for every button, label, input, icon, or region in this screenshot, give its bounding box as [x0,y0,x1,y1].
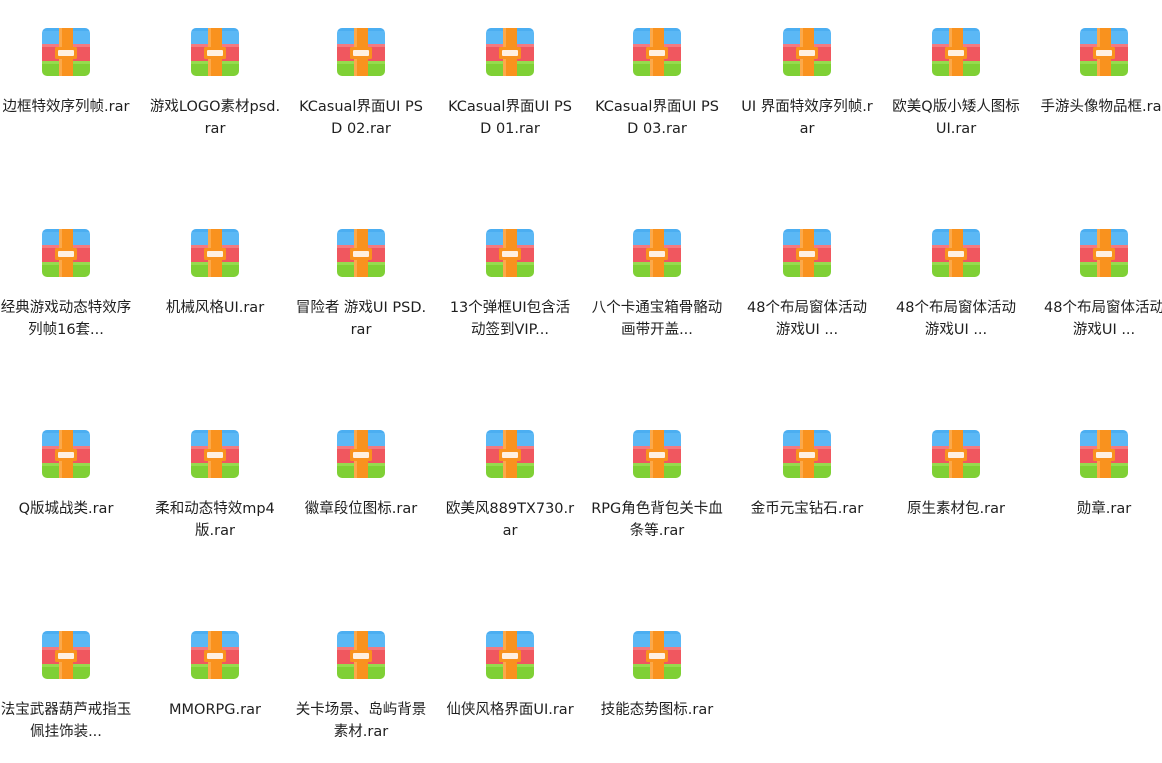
file-name-label: 关卡场景、岛屿背景素材.rar [295,702,427,740]
rar-archive-icon [191,229,239,277]
file-name-label: 手游头像物品框.rar [1040,99,1162,115]
file-item[interactable]: 欧美Q版小矮人图标UI.rar [890,0,1022,160]
file-name-label: 欧美风889TX730.rar [445,501,575,539]
file-item[interactable]: 48个布局窗体活动 游戏UI ... [890,201,1022,361]
file-item[interactable]: 48个布局窗体活动 游戏UI ... [1038,201,1162,361]
file-name-label: KCasual界面UI PSD 02.rar [299,99,423,137]
file-item[interactable]: KCasual界面UI PSD 01.rar [444,0,576,160]
rar-archive-icon [633,28,681,76]
file-name-label: 勋章.rar [1076,501,1132,517]
file-name-label: 技能态势图标.rar [600,702,714,718]
rar-archive-icon [486,430,534,478]
file-item[interactable]: MMORPG.rar [149,603,281,763]
rar-archive-icon [1080,229,1128,277]
file-item[interactable]: KCasual界面UI PSD 03.rar [591,0,723,160]
file-name-label: 48个布局窗体活动 游戏UI ... [896,300,1016,338]
file-name-label: 48个布局窗体活动 游戏UI ... [1044,300,1162,338]
file-name-label: 边框特效序列帧.rar [2,99,130,115]
rar-archive-icon [932,229,980,277]
file-item[interactable]: Q版城战类.rar [0,402,132,562]
file-name-label: 机械风格UI.rar [165,300,265,316]
file-item[interactable]: 关卡场景、岛屿背景素材.rar [295,603,427,763]
file-item[interactable]: UI 界面特效序列帧.rar [741,0,873,160]
file-item[interactable]: 原生素材包.rar [890,402,1022,562]
file-name-label: Q版城战类.rar [18,501,114,517]
file-item[interactable]: 徽章段位图标.rar [295,402,427,562]
rar-archive-icon [783,430,831,478]
rar-archive-icon [783,229,831,277]
rar-archive-icon [932,28,980,76]
rar-archive-icon [633,229,681,277]
rar-archive-icon [42,28,90,76]
rar-archive-icon [486,631,534,679]
file-name-label: 原生素材包.rar [907,501,1005,517]
rar-archive-icon [633,430,681,478]
file-item[interactable]: 勋章.rar [1038,402,1162,562]
file-item[interactable]: 冒险者 游戏UI PSD.rar [295,201,427,361]
rar-archive-icon [1080,28,1128,76]
file-item[interactable]: 13个弹框UI包含活动签到VIP... [444,201,576,361]
file-item[interactable]: RPG角色背包关卡血条等.rar [591,402,723,562]
rar-archive-icon [42,430,90,478]
file-name-label: 金币元宝钻石.rar [750,501,864,517]
file-item[interactable]: 金币元宝钻石.rar [741,402,873,562]
file-name-label: KCasual界面UI PSD 01.rar [448,99,572,137]
rar-archive-icon [932,430,980,478]
rar-archive-icon [337,430,385,478]
rar-archive-icon [337,229,385,277]
file-name-label: 仙侠风格界面UI.rar [446,702,574,718]
rar-archive-icon [42,229,90,277]
file-item[interactable]: 边框特效序列帧.rar [0,0,132,160]
file-item[interactable]: 欧美风889TX730.rar [444,402,576,562]
file-name-label: 游戏LOGO素材psd.rar [149,99,281,137]
rar-archive-icon [633,631,681,679]
file-item[interactable]: 机械风格UI.rar [149,201,281,361]
rar-archive-icon [42,631,90,679]
file-name-label: 徽章段位图标.rar [304,501,418,517]
file-name-label: KCasual界面UI PSD 03.rar [595,99,719,137]
file-name-label: 经典游戏动态特效序列帧16套... [0,300,132,338]
file-item[interactable]: 八个卡通宝箱骨骼动画带开盖... [591,201,723,361]
file-name-label: 欧美Q版小矮人图标UI.rar [892,99,1020,137]
file-item[interactable]: 柔和动态特效mp4版.rar [149,402,281,562]
rar-archive-icon [337,28,385,76]
file-item[interactable]: 手游头像物品框.rar [1038,0,1162,160]
file-name-label: 柔和动态特效mp4版.rar [155,501,275,539]
rar-archive-icon [486,229,534,277]
file-name-label: UI 界面特效序列帧.rar [741,99,873,137]
file-name-label: MMORPG.rar [169,702,261,718]
file-grid: 边框特效序列帧.rar 游戏LOGO素材psd.rar KCasual界面UI PS… [0,0,1162,753]
file-item[interactable]: 仙侠风格界面UI.rar [444,603,576,763]
file-item[interactable]: 经典游戏动态特效序列帧16套... [0,201,132,361]
rar-archive-icon [783,28,831,76]
rar-archive-icon [486,28,534,76]
file-item[interactable]: 法宝武器葫芦戒指玉佩挂饰装... [0,603,132,763]
file-item[interactable]: 技能态势图标.rar [591,603,723,763]
rar-archive-icon [191,430,239,478]
file-item[interactable]: 48个布局窗体活动 游戏UI ... [741,201,873,361]
file-name-label: RPG角色背包关卡血条等.rar [591,501,723,539]
file-name-label: 冒险者 游戏UI PSD.rar [295,300,427,338]
rar-archive-icon [191,28,239,76]
rar-archive-icon [191,631,239,679]
file-item[interactable]: 游戏LOGO素材psd.rar [149,0,281,160]
rar-archive-icon [1080,430,1128,478]
file-name-label: 八个卡通宝箱骨骼动画带开盖... [591,300,723,338]
file-name-label: 法宝武器葫芦戒指玉佩挂饰装... [0,702,132,740]
file-item[interactable]: KCasual界面UI PSD 02.rar [295,0,427,160]
file-name-label: 48个布局窗体活动 游戏UI ... [747,300,867,338]
file-name-label: 13个弹框UI包含活动签到VIP... [449,300,571,338]
rar-archive-icon [337,631,385,679]
